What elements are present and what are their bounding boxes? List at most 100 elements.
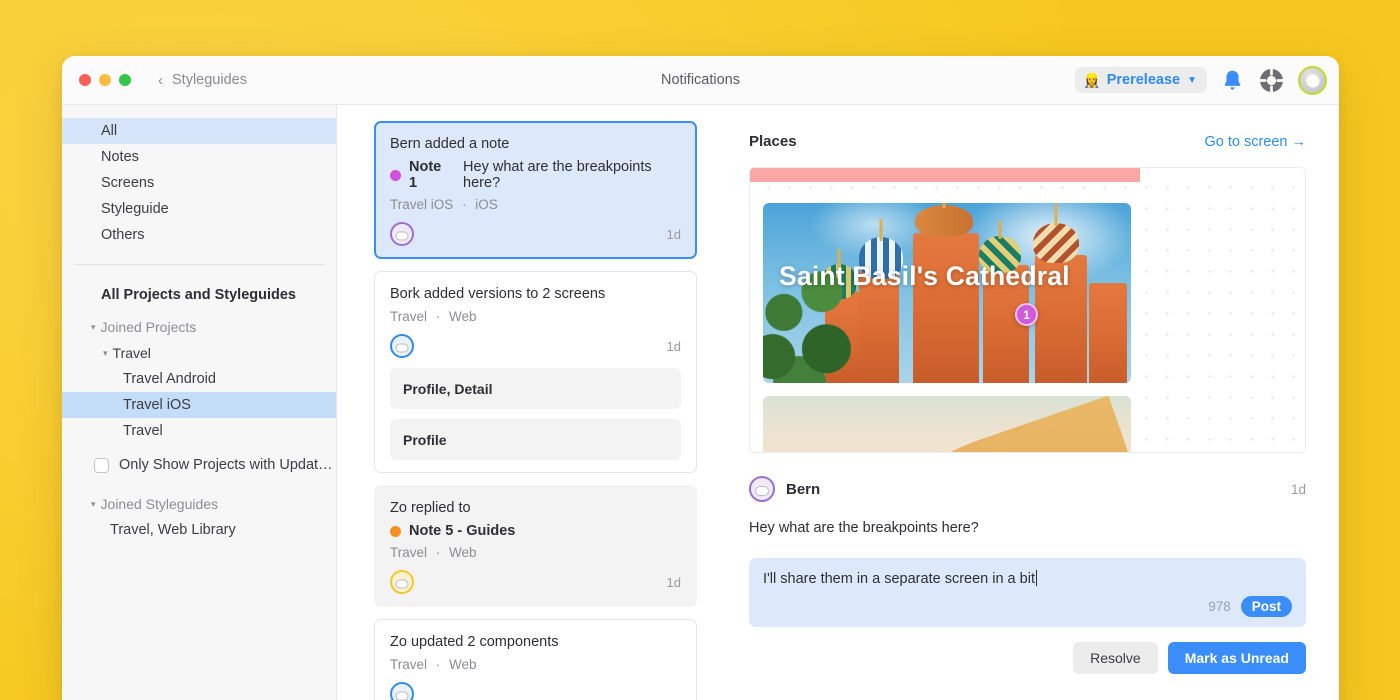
bern-avatar — [390, 222, 414, 246]
meta-separator: · — [435, 545, 441, 560]
desert-screenshot — [763, 396, 1131, 452]
note-pin-1[interactable]: 1 — [1015, 303, 1038, 326]
group-label: Travel — [112, 345, 151, 361]
sidebar: All Notes Screens Styleguide Others All … — [62, 105, 337, 700]
page-title: Places — [749, 133, 797, 150]
triangle-down-icon: ▾ — [103, 347, 108, 358]
bell-icon[interactable] — [1220, 68, 1245, 93]
project-name: Travel — [390, 545, 428, 560]
project-name: Travel — [390, 309, 428, 324]
note-line: Note 1 Hey what are the breakpoints here… — [390, 159, 681, 191]
notification-footer: 1d — [390, 222, 681, 246]
comment-composer[interactable]: I'll share them in a separate screen in … — [749, 558, 1306, 627]
detail-header: Places Go to screen → — [749, 133, 1306, 150]
app-window: ‹ Styleguides Notifications 👷‍♀️ Prerele… — [62, 56, 1339, 700]
comment-text: Hey what are the breakpoints here? — [749, 520, 979, 536]
sidebar-filter-others[interactable]: Others — [62, 222, 336, 248]
note-preview-text: Hey what are the breakpoints here? — [463, 159, 652, 191]
notification-card[interactable]: Zo updated 2 components Travel · Web — [374, 619, 697, 700]
notification-list[interactable]: Bern added a note Note 1 Hey what are th… — [337, 105, 717, 700]
notification-title: Bern added a note — [390, 136, 510, 152]
note-color-dot-icon — [390, 169, 401, 181]
notification-card[interactable]: Bern added a note Note 1 Hey what are th… — [374, 121, 697, 259]
notification-meta: Travel · Web — [390, 545, 681, 560]
back-navigation[interactable]: ‹ Styleguides — [158, 72, 247, 88]
notification-meta: Travel · Web — [390, 657, 681, 672]
sidebar-group-travel[interactable]: ▾ Travel — [62, 340, 336, 366]
sidebar-group-joined-projects[interactable]: ▾ Joined Projects — [62, 314, 336, 340]
zo-avatar — [390, 570, 414, 594]
meta-separator: · — [435, 657, 441, 672]
minimize-window-button[interactable] — [99, 74, 111, 86]
toolbar-right: 👷‍♀️ Prerelease ▼ — [1075, 65, 1327, 95]
dune-shape — [890, 396, 1131, 452]
project-name: Travel iOS — [390, 197, 454, 212]
cathedral-screenshot: Saint Basil's Cathedral 1 — [763, 203, 1131, 383]
text-caret — [1035, 570, 1038, 586]
composer-actions: 978 Post — [763, 596, 1292, 617]
sidebar-item-travel-web-library[interactable]: Travel, Web Library — [62, 517, 336, 543]
notification-card[interactable]: Bork added versions to 2 screens Travel … — [374, 271, 697, 473]
post-button[interactable]: Post — [1240, 596, 1292, 617]
app-body: All Notes Screens Styleguide Others All … — [62, 105, 1339, 700]
notification-time: 1d — [666, 574, 681, 590]
notification-meta: Travel iOS · iOS — [390, 197, 681, 212]
notification-card[interactable]: Zo replied to Note 5 - Guides Travel · W… — [374, 485, 697, 607]
go-to-screen-link[interactable]: Go to screen → — [1204, 134, 1306, 150]
notification-subitem[interactable]: Profile — [390, 419, 681, 460]
sidebar-filter-screens[interactable]: Screens — [62, 170, 336, 196]
user-avatar[interactable] — [1298, 65, 1327, 95]
platform-name: iOS — [475, 197, 498, 212]
notification-title: Zo replied to — [390, 500, 471, 516]
mark-as-unread-button[interactable]: Mark as Unread — [1167, 642, 1306, 674]
sidebar-filter-styleguide[interactable]: Styleguide — [62, 196, 336, 222]
detail-actions: Resolve Mark as Unread — [749, 642, 1306, 674]
resolve-button[interactable]: Resolve — [1073, 642, 1158, 674]
notification-subitem[interactable]: Profile, Detail — [390, 368, 681, 409]
zo-avatar — [390, 682, 414, 700]
bork-avatar — [390, 334, 414, 358]
comment-header: Bern 1d — [749, 476, 1306, 502]
prerelease-dropdown[interactable]: 👷‍♀️ Prerelease ▼ — [1075, 67, 1207, 93]
comment-author: Bern — [786, 480, 821, 498]
character-count: 978 — [1208, 599, 1231, 614]
cathedral-dome — [915, 203, 973, 237]
sidebar-item-travel-ios[interactable]: Travel iOS — [62, 392, 336, 418]
group-label: Joined Projects — [100, 319, 197, 335]
composer-input-row[interactable]: I'll share them in a separate screen in … — [763, 570, 1292, 587]
notification-footer — [390, 682, 681, 700]
detail-panel: Places Go to screen → Saint Basil's Cath… — [717, 105, 1339, 700]
note-name: Note 5 - Guides — [409, 523, 516, 539]
sidebar-filter-notes[interactable]: Notes — [62, 144, 336, 170]
sidebar-item-travel-android[interactable]: Travel Android — [62, 366, 336, 392]
project-name: Travel — [390, 657, 428, 672]
prerelease-label: Prerelease — [1106, 72, 1181, 88]
composer-value: I'll share them in a separate screen in … — [763, 571, 1035, 587]
close-window-button[interactable] — [79, 74, 91, 86]
platform-name: Web — [449, 545, 477, 560]
sidebar-filter-all[interactable]: All — [62, 118, 336, 144]
notification-footer: 1d — [390, 570, 681, 594]
notification-title: Zo updated 2 components — [390, 634, 559, 650]
cathedral-dome — [1033, 204, 1079, 263]
cathedral-tower — [1089, 283, 1127, 383]
zoom-window-button[interactable] — [119, 74, 131, 86]
only-show-updates-checkbox-row[interactable]: Only Show Projects with Updat… — [62, 450, 336, 480]
comment-time: 1d — [1290, 481, 1306, 497]
note-name: Note 1 — [409, 159, 442, 191]
sidebar-section-title: All Projects and Styleguides — [101, 287, 296, 303]
prerelease-emoji-icon: 👷‍♀️ — [1083, 72, 1101, 88]
notification-meta: Travel · Web — [390, 309, 681, 324]
bern-avatar — [749, 476, 775, 502]
sidebar-group-joined-styleguides[interactable]: ▾ Joined Styleguides — [62, 491, 336, 517]
sidebar-item-travel[interactable]: Travel — [62, 418, 336, 444]
notification-time: 1d — [666, 226, 681, 242]
notification-time: 1d — [666, 338, 681, 354]
chevron-down-icon: ▼ — [1187, 74, 1197, 86]
screen-preview[interactable]: Saint Basil's Cathedral 1 — [749, 167, 1306, 453]
platform-name: Web — [449, 657, 477, 672]
help-icon[interactable] — [1258, 67, 1285, 94]
checkbox-label: Only Show Projects with Updat… — [119, 457, 333, 473]
checkbox-icon[interactable] — [94, 457, 109, 473]
note-line: Note 5 - Guides — [390, 523, 681, 539]
